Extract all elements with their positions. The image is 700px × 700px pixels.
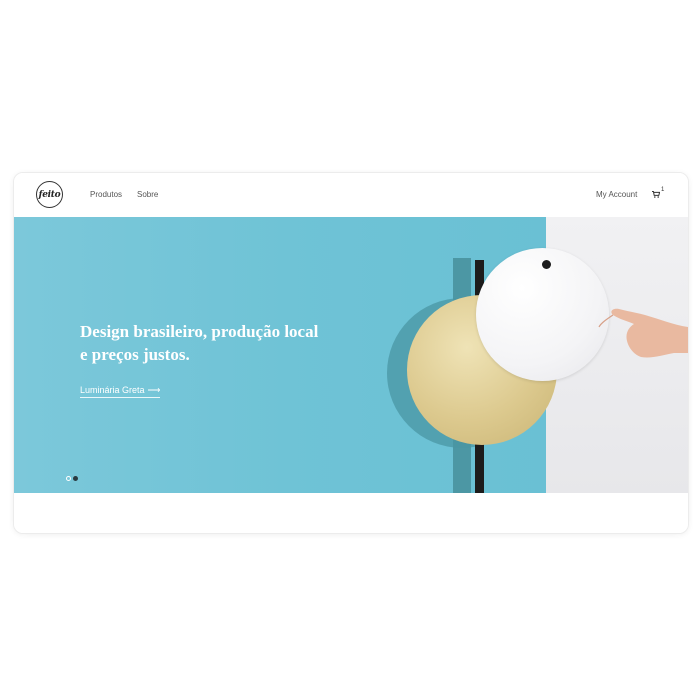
hero-product-link-label: Luminária Greta [80,385,145,395]
nav-link-sobre[interactable]: Sobre [137,190,158,199]
hero-headline-line-2: e preços justos. [80,345,190,364]
top-navigation: feito Produtos Sobre My Account 1 [14,173,688,218]
hero-banner: Design brasileiro, produção local e preç… [14,217,688,493]
browser-frame: feito Produtos Sobre My Account 1 Design… [13,172,689,534]
cart-count-badge: 1 [661,187,665,193]
feito-logo[interactable]: feito [36,181,63,208]
page-footer-space [14,493,688,533]
cart-icon [652,191,660,198]
nav-link-produtos[interactable]: Produtos [90,190,122,199]
carousel-dot-1[interactable] [66,476,71,481]
lamp-disc-hole [542,260,551,269]
hero-headline: Design brasileiro, produção local e preç… [80,320,380,366]
hero-headline-line-1: Design brasileiro, produção local [80,322,319,341]
carousel-dots [66,476,80,482]
cart-button[interactable]: 1 [652,187,670,201]
arrow-right-icon: ⟶ [147,385,161,395]
hero-product-link[interactable]: Luminária Greta ⟶ [80,385,161,398]
my-account-link[interactable]: My Account [596,190,637,199]
logo-text: feito [38,189,61,200]
carousel-dot-2[interactable] [73,476,78,481]
hand-image [598,308,688,358]
